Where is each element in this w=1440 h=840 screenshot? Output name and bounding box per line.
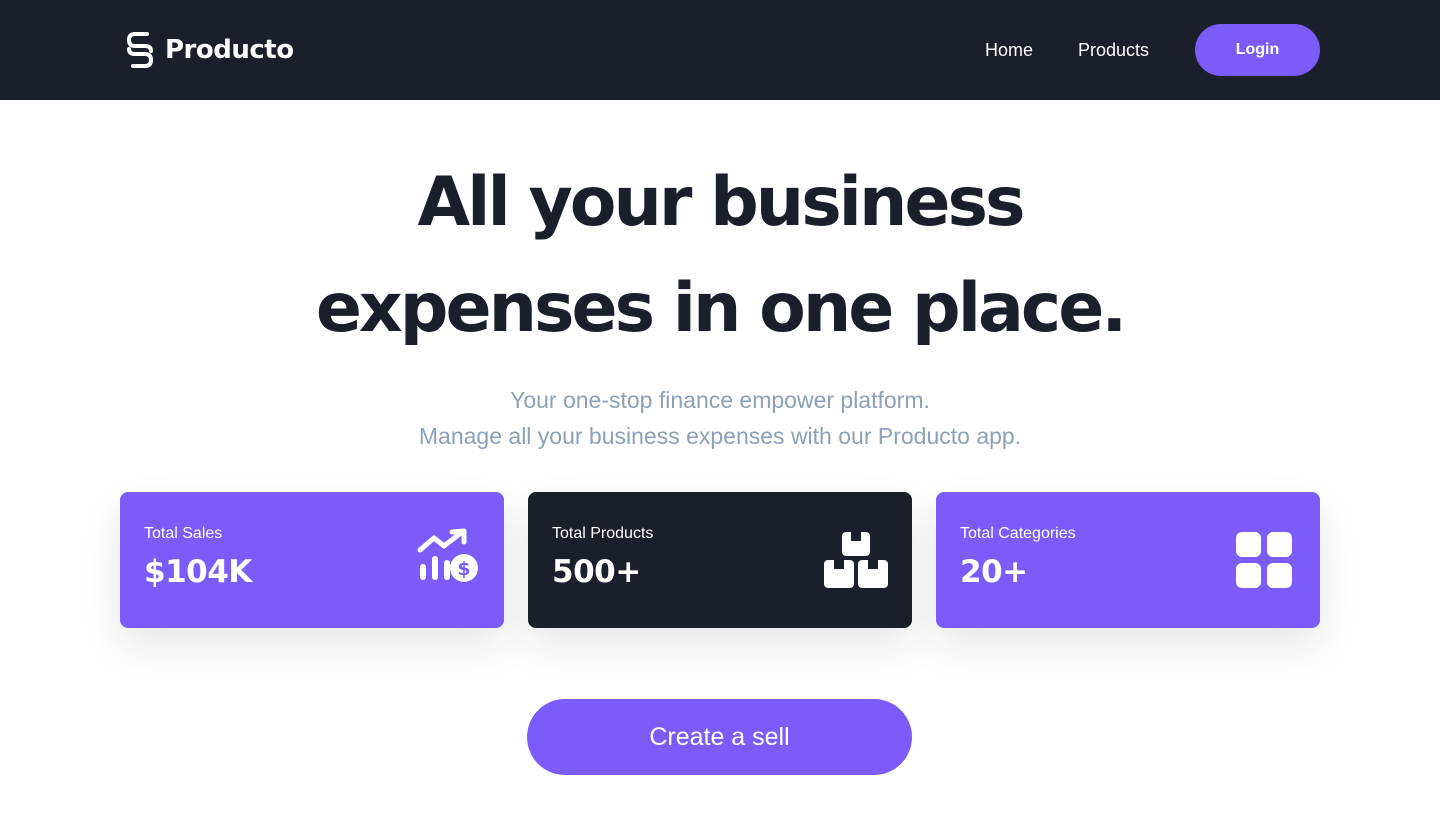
stat-card-value: 20+ — [960, 554, 1028, 590]
grid-icon — [1236, 532, 1292, 588]
hero-subtitle: Your one-stop finance empower platform. … — [0, 382, 1440, 454]
brand-name: Producto — [165, 35, 294, 65]
navbar: Producto Home Products Login — [0, 0, 1440, 100]
hero-title-line2: expenses in one place. — [315, 269, 1127, 348]
stat-card-value: 500+ — [552, 554, 641, 590]
stat-card-label: Total Products — [552, 525, 654, 542]
stat-card-total-sales: Total Sales $104K $ — [120, 492, 504, 628]
brand[interactable]: Producto — [125, 30, 294, 70]
hero-subtitle-line1: Your one-stop finance empower platform. — [510, 387, 930, 413]
stat-card-total-categories: Total Categories 20+ — [936, 492, 1320, 628]
nav-link-products[interactable]: Products — [1078, 40, 1149, 61]
hero-title-line1: All your business — [417, 163, 1026, 242]
paperclip-s-icon — [126, 32, 154, 68]
hero-title: All your business expenses in one place. — [0, 150, 1440, 362]
stat-card-label: Total Categories — [960, 525, 1076, 542]
boxes-icon — [824, 532, 888, 588]
nav-link-home[interactable]: Home — [985, 40, 1033, 61]
hero-subtitle-line2: Manage all your business expenses with o… — [418, 423, 1022, 449]
stat-card-label: Total Sales — [144, 525, 223, 542]
stat-card-total-products: Total Products 500+ — [528, 492, 912, 628]
sales-growth-icon: $ — [417, 528, 478, 582]
stat-card-value: $104K — [144, 554, 252, 590]
svg-text:$: $ — [457, 558, 470, 580]
create-sell-button[interactable]: Create a sell — [527, 699, 912, 775]
login-button[interactable]: Login — [1195, 24, 1320, 76]
